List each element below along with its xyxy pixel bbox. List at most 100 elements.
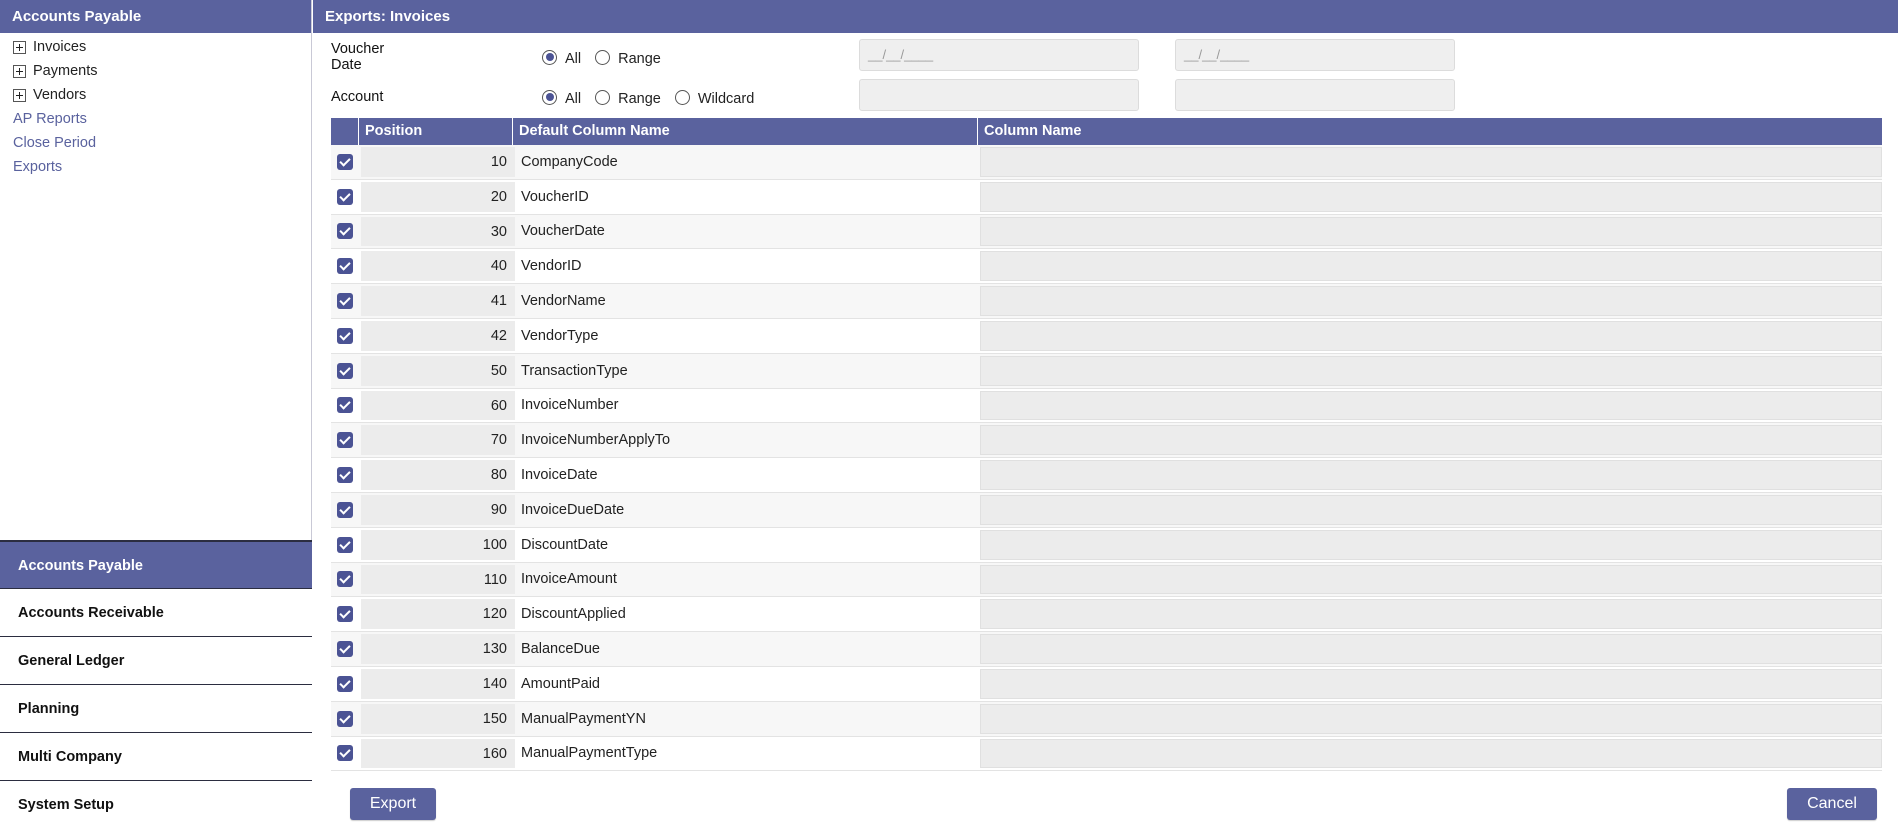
row-checkbox-cell (331, 145, 359, 179)
column-name-input[interactable] (980, 599, 1882, 630)
position-cell[interactable]: 50 (361, 355, 515, 386)
include-checkbox[interactable] (337, 258, 353, 275)
position-cell[interactable]: 10 (361, 147, 515, 177)
column-name-input[interactable] (980, 320, 1882, 351)
position-cell[interactable]: 150 (361, 703, 515, 734)
expand-plus-icon[interactable] (13, 88, 26, 102)
voucher-date-radio-group: All Range (542, 47, 675, 67)
account-all-radio[interactable]: All (542, 87, 581, 107)
voucher-date-to-input[interactable]: __/__/____ (1175, 39, 1455, 71)
column-name-input[interactable] (980, 494, 1882, 525)
include-checkbox[interactable] (337, 153, 353, 170)
position-cell[interactable]: 30 (361, 216, 515, 247)
export-button[interactable]: Export (350, 788, 436, 820)
row-checkbox-cell (331, 597, 359, 631)
row-checkbox-cell (331, 493, 359, 527)
column-name-input[interactable] (980, 564, 1882, 595)
module-accounts-payable[interactable]: Accounts Payable (0, 540, 312, 588)
radio-circle[interactable] (542, 49, 557, 65)
include-checkbox[interactable] (337, 710, 353, 727)
voucher-date-from-input[interactable]: __/__/____ (859, 39, 1139, 71)
table-row: 130 BalanceDue (331, 632, 1882, 667)
module-system-setup[interactable]: System Setup (0, 780, 312, 826)
columns-table: Position Default Column Name Column Name… (331, 118, 1882, 779)
position-cell[interactable]: 110 (361, 564, 515, 595)
expand-plus-icon[interactable] (13, 40, 26, 54)
include-checkbox[interactable] (337, 467, 353, 484)
column-name-input[interactable] (980, 147, 1882, 177)
column-name-input[interactable] (980, 286, 1882, 316)
column-name-input[interactable] (980, 668, 1882, 699)
voucher-date-all-radio[interactable]: All (542, 47, 581, 67)
include-checkbox[interactable] (337, 397, 353, 414)
include-checkbox[interactable] (337, 675, 353, 692)
module-general-ledger[interactable]: General Ledger (0, 636, 312, 684)
include-checkbox[interactable] (337, 188, 353, 205)
default-column-name-cell: VendorType (521, 327, 599, 344)
column-name-input[interactable] (980, 390, 1882, 421)
position-cell[interactable]: 140 (361, 668, 515, 699)
include-checkbox[interactable] (337, 432, 353, 449)
include-checkbox[interactable] (337, 641, 353, 658)
table-row: 150 ManualPaymentYN (331, 701, 1882, 737)
column-name-input[interactable] (980, 529, 1882, 560)
account-wildcard-radio[interactable]: Wildcard (674, 87, 754, 107)
default-column-name-cell: VoucherDate (521, 223, 605, 240)
module-multi-company[interactable]: Multi Company (0, 732, 312, 780)
expand-plus-icon[interactable] (13, 64, 26, 78)
include-checkbox[interactable] (337, 745, 353, 762)
include-checkbox[interactable] (337, 362, 353, 379)
position-cell[interactable]: 90 (361, 494, 515, 525)
radio-circle[interactable] (595, 89, 611, 105)
position-cell[interactable]: 80 (361, 460, 515, 490)
column-name-input[interactable] (980, 460, 1882, 490)
position-cell[interactable]: 160 (361, 738, 515, 769)
position-cell[interactable]: 42 (361, 320, 515, 351)
nav-link-close-period[interactable]: Close Period (0, 131, 311, 155)
nav-link-exports[interactable]: Exports (0, 155, 311, 179)
account-from-input[interactable] (859, 79, 1139, 111)
column-name-input[interactable] (980, 634, 1882, 664)
account-range-radio[interactable]: Range (595, 87, 661, 107)
position-cell[interactable]: 100 (361, 529, 515, 560)
position-cell[interactable]: 120 (361, 599, 515, 630)
position-cell[interactable]: 41 (361, 286, 515, 316)
tree-item-payments[interactable]: Payments (0, 59, 311, 83)
radio-circle[interactable] (595, 49, 611, 65)
include-checkbox[interactable] (337, 501, 353, 518)
column-name-input[interactable] (980, 425, 1882, 456)
position-cell[interactable]: 60 (361, 390, 515, 421)
column-name-input[interactable] (980, 181, 1882, 212)
radio-circle[interactable] (674, 89, 690, 105)
column-name-input[interactable] (980, 251, 1882, 282)
table-row: 20 VoucherID (331, 179, 1882, 215)
include-checkbox[interactable] (337, 223, 353, 240)
account-to-input[interactable] (1175, 79, 1455, 111)
include-checkbox[interactable] (337, 327, 353, 344)
voucher-date-range-radio[interactable]: Range (595, 47, 661, 67)
include-checkbox[interactable] (337, 606, 353, 623)
column-name-input[interactable] (980, 738, 1882, 769)
include-checkbox[interactable] (337, 293, 353, 310)
position-cell[interactable]: 70 (361, 425, 515, 456)
include-checkbox[interactable] (337, 571, 353, 588)
tree-item-invoices[interactable]: Invoices (0, 35, 311, 59)
column-name-input[interactable] (980, 703, 1882, 734)
module-accounts-receivable[interactable]: Accounts Receivable (0, 588, 312, 636)
nav-link-ap-reports[interactable]: AP Reports (0, 107, 311, 131)
header-checkbox-column (331, 118, 359, 145)
tree-item-vendors[interactable]: Vendors (0, 83, 311, 107)
cancel-button[interactable]: Cancel (1787, 788, 1877, 820)
column-name-input[interactable] (980, 216, 1882, 247)
radio-circle[interactable] (542, 89, 557, 105)
module-planning[interactable]: Planning (0, 684, 312, 732)
sidebar-title: Accounts Payable (0, 0, 311, 33)
column-name-input[interactable] (980, 355, 1882, 386)
include-checkbox[interactable] (337, 536, 353, 553)
row-checkbox-cell (331, 737, 359, 771)
table-row: 50 TransactionType (331, 353, 1882, 389)
default-column-name-cell: InvoiceDate (521, 467, 598, 484)
position-cell[interactable]: 40 (361, 251, 515, 282)
position-cell[interactable]: 20 (361, 181, 515, 212)
position-cell[interactable]: 130 (361, 634, 515, 664)
